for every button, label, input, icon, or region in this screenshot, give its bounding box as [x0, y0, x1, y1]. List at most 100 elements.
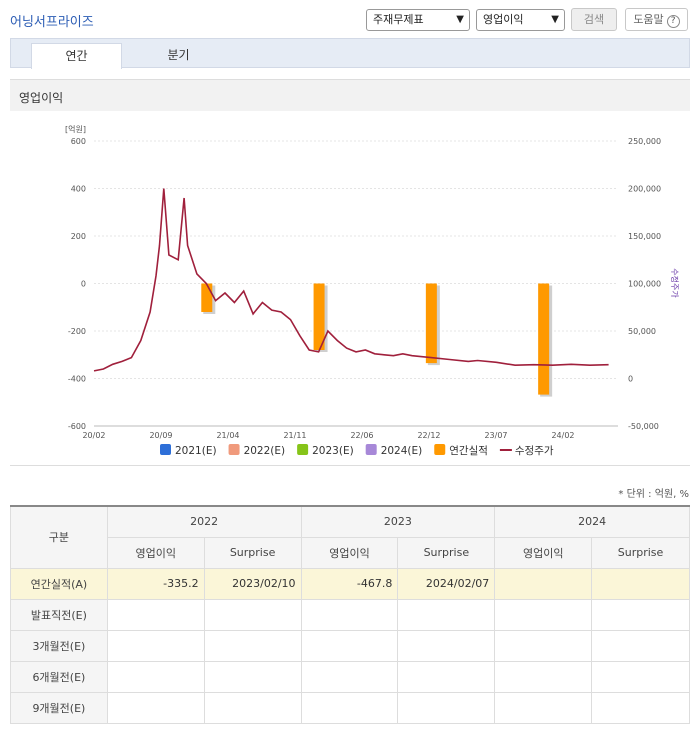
- legend-swatch: [365, 444, 377, 455]
- table-cell: -335.2: [106, 567, 205, 600]
- table-cell: [494, 629, 593, 662]
- section-title: 영업이익: [19, 91, 64, 105]
- year-header: 2024: [494, 505, 690, 538]
- table-cell: [106, 660, 205, 693]
- top-bar: 어닝서프라이즈 주재무제표 ▼ 영업이익 ▼ 검색 도움말?: [0, 0, 695, 38]
- y-right-tick-label: 100,000: [628, 280, 661, 289]
- table-cell: [203, 660, 302, 693]
- x-tick-label: 23/07: [484, 431, 507, 440]
- table-cell: [591, 691, 690, 724]
- table-cell: -467.8: [300, 567, 399, 600]
- row-label: 6개월전(E): [10, 660, 108, 693]
- tab-annual[interactable]: 연간: [31, 43, 122, 69]
- legend-swatch: [434, 444, 446, 455]
- legend-label: 연간실적: [449, 445, 488, 457]
- metric-value: 영업이익: [483, 13, 524, 26]
- row-label: 3개월전(E): [10, 629, 108, 662]
- row-label: 9개월전(E): [10, 691, 108, 724]
- table-corner-header: 구분: [10, 505, 108, 569]
- table-row: 발표직전(E): [10, 598, 690, 631]
- table-cell: [300, 629, 399, 662]
- annual-result-bar: [538, 283, 550, 395]
- table-cell: 2023/02/10: [203, 567, 302, 600]
- y-left-axis-label: [억원]: [65, 124, 86, 134]
- table-cell: [397, 598, 496, 631]
- col-header-operating-profit: 영업이익: [300, 536, 399, 569]
- col-header-surprise: Surprise: [203, 536, 302, 569]
- table-cell: [591, 598, 690, 631]
- table-cell: [397, 691, 496, 724]
- search-button[interactable]: 검색: [571, 8, 617, 31]
- question-icon: ?: [666, 15, 680, 28]
- period-tabs: 연간 분기: [10, 38, 690, 69]
- year-header: 2023: [300, 505, 496, 538]
- legend-label: 수정주가: [515, 445, 554, 457]
- table-cell: [300, 691, 399, 724]
- table-row: 9개월전(E): [10, 691, 690, 724]
- y-left-tick-label: 400: [71, 185, 86, 194]
- legend-swatch: [228, 444, 240, 455]
- col-header-surprise: Surprise: [397, 536, 496, 569]
- y-right-tick-label: -50,000: [628, 422, 659, 431]
- row-label: 연간실적(A): [10, 567, 108, 600]
- table-cell: [397, 629, 496, 662]
- table-cell: [591, 567, 690, 600]
- table-cell: [203, 691, 302, 724]
- y-left-tick-label: 600: [71, 137, 86, 146]
- legend-label: 2021(E): [175, 445, 217, 457]
- row-label: 발표직전(E): [10, 598, 108, 631]
- search-button-label: 검색: [583, 13, 605, 26]
- table-cell: [397, 660, 496, 693]
- annual-result-bar: [425, 283, 437, 364]
- x-tick-label: 21/04: [216, 431, 239, 440]
- legend-label: 2023(E): [312, 445, 354, 457]
- y-right-tick-label: 250,000: [628, 137, 661, 146]
- table-cell: [494, 598, 593, 631]
- y-right-tick-label: 50,000: [628, 327, 656, 336]
- table-cell: [203, 629, 302, 662]
- statement-type-select[interactable]: 주재무제표 ▼: [366, 9, 470, 31]
- table-cell: [591, 629, 690, 662]
- tab-quarterly[interactable]: 분기: [133, 43, 224, 69]
- table-cell: [494, 567, 593, 600]
- table-cell: [494, 691, 593, 724]
- y-right-axis-label: 수정주가: [670, 268, 680, 298]
- help-button[interactable]: 도움말?: [625, 8, 688, 31]
- table-cell: [106, 629, 205, 662]
- table-cell: [106, 691, 205, 724]
- year-header: 2022: [106, 505, 302, 538]
- table-cell: [300, 660, 399, 693]
- x-tick-label: 20/09: [149, 431, 172, 440]
- legend-swatch: [297, 444, 309, 455]
- table-cell: 2024/02/07: [397, 567, 496, 600]
- y-left-tick-label: 200: [71, 232, 86, 241]
- y-right-tick-label: 200,000: [628, 185, 661, 194]
- company-name[interactable]: 어닝서프라이즈: [10, 11, 94, 30]
- x-tick-label: 22/06: [350, 431, 373, 440]
- table-cell: [300, 598, 399, 631]
- help-button-label: 도움말: [633, 13, 664, 26]
- y-left-tick-label: 0: [81, 280, 86, 289]
- x-tick-label: 20/02: [82, 431, 105, 440]
- x-tick-label: 24/02: [551, 431, 574, 440]
- price-line: [93, 188, 609, 372]
- x-tick-label: 21/11: [283, 431, 306, 440]
- chart-area: 600 400 200 0 -200 -400 -600 250,000 200,000 150,…: [10, 111, 690, 466]
- annual-result-bar: [313, 283, 325, 350]
- table-row: 연간실적(A) -335.2 2023/02/10 -467.8 2024/02…: [10, 567, 690, 600]
- x-tick-label: 22/12: [417, 431, 440, 440]
- statement-type-value: 주재무제표: [373, 13, 424, 26]
- legend-label: 2024(E): [381, 445, 423, 457]
- y-right-tick-label: 0: [628, 375, 633, 384]
- chevron-down-icon: ▼: [551, 14, 559, 25]
- table-cell: [494, 660, 593, 693]
- chevron-down-icon: ▼: [456, 14, 464, 25]
- metric-select[interactable]: 영업이익 ▼: [476, 9, 565, 31]
- surprise-table: 구분 2022 2023 2024 영업이익 Surprise 영업이익 Sur…: [10, 505, 690, 724]
- col-header-surprise: Surprise: [591, 536, 690, 569]
- col-header-operating-profit: 영업이익: [106, 536, 205, 569]
- y-left-tick-label: -200: [68, 327, 86, 336]
- y-left-tick-label: -600: [68, 422, 86, 431]
- table-row: 6개월전(E): [10, 660, 690, 693]
- operating-profit-chart: 600 400 200 0 -200 -400 -600 250,000 200,000 150,…: [65, 124, 680, 457]
